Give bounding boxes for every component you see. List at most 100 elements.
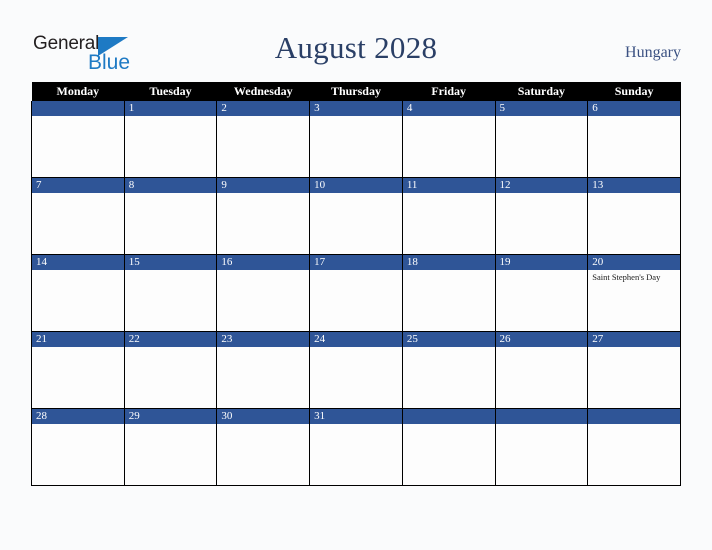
day-cell-content: 12 bbox=[495, 178, 588, 254]
day-number: 10 bbox=[310, 178, 402, 193]
country-label: Hungary bbox=[625, 44, 681, 61]
day-number: 3 bbox=[310, 101, 402, 116]
calendar-day-cell[interactable]: 30 bbox=[216, 408, 311, 486]
weekday-header-monday: Monday bbox=[31, 82, 125, 101]
calendar-day-cell[interactable]: 25 bbox=[401, 331, 496, 409]
day-cell-content: 22 bbox=[124, 332, 217, 408]
day-number: 21 bbox=[32, 332, 124, 347]
day-cell-content: 11 bbox=[402, 178, 495, 254]
day-cell-content: 28 bbox=[32, 409, 124, 485]
day-number: 18 bbox=[402, 255, 495, 270]
calendar-day-cell[interactable]: 10 bbox=[309, 177, 403, 255]
day-cell-content: 21 bbox=[32, 332, 124, 408]
day-number: 31 bbox=[310, 409, 402, 424]
calendar-day-cell[interactable]: 17 bbox=[309, 254, 403, 332]
weekday-header-sunday: Sunday bbox=[587, 82, 681, 101]
day-cell-content: 23 bbox=[217, 332, 310, 408]
day-cell-content: 19 bbox=[495, 255, 588, 331]
calendar-day-cell[interactable]: 18 bbox=[401, 254, 496, 332]
calendar-day-cell[interactable]: 19 bbox=[494, 254, 589, 332]
day-number: 8 bbox=[124, 178, 217, 193]
calendar-day-cell[interactable]: 14 bbox=[31, 254, 125, 332]
calendar-day-cell[interactable]: 24 bbox=[309, 331, 403, 409]
calendar-day-cell[interactable]: 9 bbox=[216, 177, 311, 255]
day-cell-content: 16 bbox=[217, 255, 310, 331]
day-cell-content: 10 bbox=[310, 178, 402, 254]
calendar-day-cell[interactable]: 31 bbox=[309, 408, 403, 486]
calendar-day-cell[interactable]: 7 bbox=[31, 177, 125, 255]
day-cell-content: 3 bbox=[310, 101, 402, 177]
calendar-week-row: 123456 bbox=[31, 101, 681, 178]
day-number: 20 bbox=[588, 255, 680, 270]
day-number: 6 bbox=[588, 101, 680, 116]
day-number: 13 bbox=[588, 178, 680, 193]
calendar-day-cell[interactable]: 1 bbox=[123, 101, 218, 178]
weekday-header-wednesday: Wednesday bbox=[216, 82, 310, 101]
calendar-day-cell[interactable]: 16 bbox=[216, 254, 311, 332]
day-cell-content: 27 bbox=[588, 332, 680, 408]
calendar-day-cell[interactable]: 22 bbox=[123, 331, 218, 409]
calendar-day-cell[interactable]: 11 bbox=[401, 177, 496, 255]
calendar-day-cell[interactable]: 5 bbox=[494, 101, 589, 178]
day-cell-content: 30 bbox=[217, 409, 310, 485]
calendar-day-cell[interactable]: 20 Saint Stephen's Day bbox=[587, 254, 681, 332]
day-number: 14 bbox=[32, 255, 124, 270]
day-number bbox=[32, 101, 124, 116]
page-header: General Blue August 2028 Hungary bbox=[0, 0, 712, 80]
calendar-week-row: 28 29 30 31 bbox=[31, 408, 681, 486]
day-cell-content: 4 bbox=[402, 101, 495, 177]
weekday-header-row: Monday Tuesday Wednesday Thursday Friday Satu… bbox=[31, 82, 681, 101]
calendar-day-cell[interactable]: 12 bbox=[494, 177, 589, 255]
day-cell-content: 29 bbox=[124, 409, 217, 485]
day-number: 28 bbox=[32, 409, 124, 424]
day-number: 25 bbox=[402, 332, 495, 347]
day-cell-content: 6 bbox=[588, 101, 680, 177]
day-cell-content bbox=[32, 101, 124, 177]
day-number: 4 bbox=[402, 101, 495, 116]
day-cell-content: 20 Saint Stephen's Day bbox=[588, 255, 680, 331]
calendar-week-row: 7 8 9 10 11 12 13 bbox=[31, 177, 681, 255]
calendar-day-cell[interactable]: 23 bbox=[216, 331, 311, 409]
day-cell-content: 2 bbox=[217, 101, 310, 177]
day-cell-content: 5 bbox=[495, 101, 588, 177]
weekday-header-thursday: Thursday bbox=[309, 82, 403, 101]
calendar-empty-cell bbox=[494, 408, 589, 486]
calendar-day-cell[interactable]: 21 bbox=[31, 331, 125, 409]
weekday-header-tuesday: Tuesday bbox=[124, 82, 217, 101]
day-cell-content: 13 bbox=[588, 178, 680, 254]
day-cell-content: 24 bbox=[310, 332, 402, 408]
calendar-day-cell[interactable]: 2 bbox=[216, 101, 311, 178]
day-number: 7 bbox=[32, 178, 124, 193]
day-number: 12 bbox=[495, 178, 588, 193]
calendar-body: 1 2 3 4 5 6 7 8 9 10 11 12 13 14 15 16 17 18 19 20 Saint Ste… bbox=[31, 101, 681, 486]
page-title: August 2028 bbox=[274, 30, 438, 65]
day-cell-content bbox=[495, 409, 588, 485]
day-number: 24 bbox=[310, 332, 402, 347]
calendar-day-cell[interactable]: 26 bbox=[494, 331, 589, 409]
calendar-day-cell[interactable]: 6 bbox=[587, 101, 681, 178]
day-cell-content: 9 bbox=[217, 178, 310, 254]
day-number: 16 bbox=[217, 255, 310, 270]
calendar-day-cell[interactable]: 29 bbox=[123, 408, 218, 486]
holiday-label: Saint Stephen's Day bbox=[592, 272, 661, 282]
day-number: 23 bbox=[217, 332, 310, 347]
calendar-day-cell[interactable]: 28 bbox=[31, 408, 125, 486]
day-number bbox=[588, 409, 680, 424]
day-cell-content: 25 bbox=[402, 332, 495, 408]
day-cell-content: 17 bbox=[310, 255, 402, 331]
calendar-week-row: 21 22 23 24 25 26 27 bbox=[31, 331, 681, 409]
calendar-day-cell[interactable]: 27 bbox=[587, 331, 681, 409]
calendar-day-cell[interactable]: 8 bbox=[123, 177, 218, 255]
calendar-day-cell[interactable]: 13 bbox=[587, 177, 681, 255]
day-number: 2 bbox=[217, 101, 310, 116]
weekday-header-saturday: Saturday bbox=[495, 82, 588, 101]
day-cell-content: 15 bbox=[124, 255, 217, 331]
calendar-day-cell[interactable]: 3 bbox=[309, 101, 403, 178]
day-number: 11 bbox=[402, 178, 495, 193]
calendar-empty-cell bbox=[31, 101, 125, 178]
calendar-day-cell[interactable]: 4 bbox=[401, 101, 496, 178]
day-cell-content: 7 bbox=[32, 178, 124, 254]
day-number: 5 bbox=[495, 101, 588, 116]
calendar-day-cell[interactable]: 15 bbox=[123, 254, 218, 332]
day-number: 26 bbox=[495, 332, 588, 347]
